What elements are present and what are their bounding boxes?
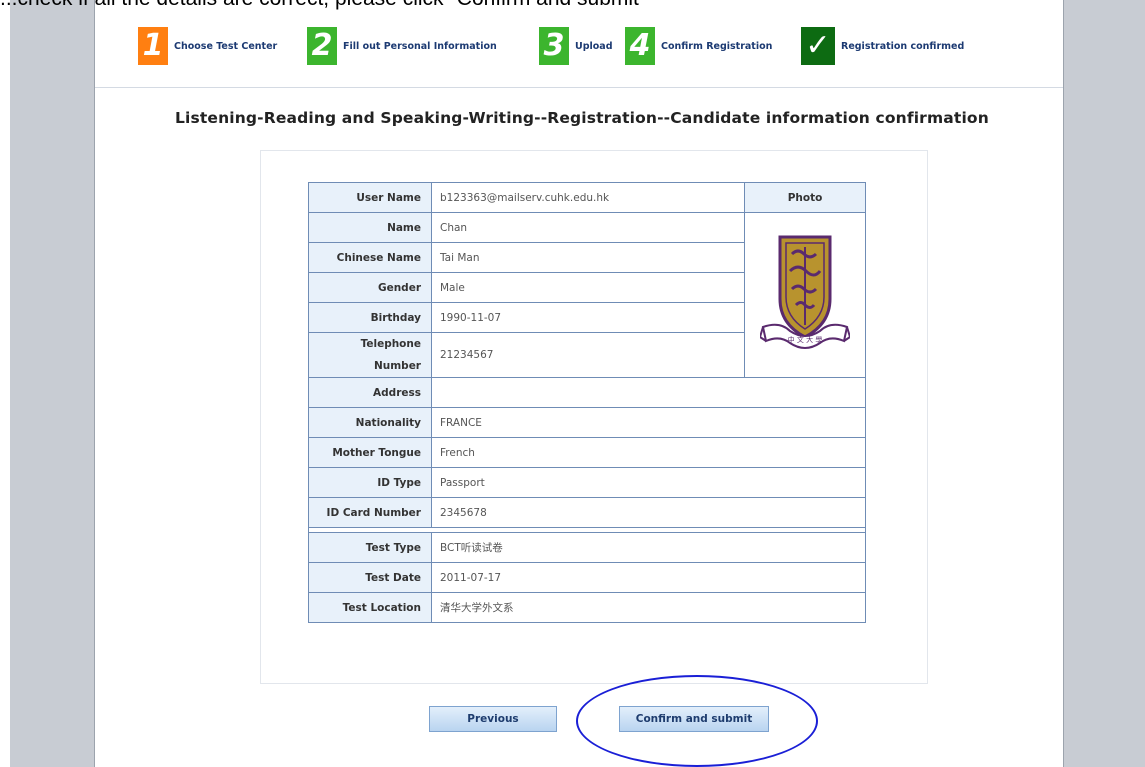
svg-text:中 文 大 學: 中 文 大 學 [788,335,823,344]
field-label: User Name [308,182,432,213]
field-value: b123363@mailserv.cuhk.edu.hk [431,182,745,213]
field-label: Telephone Number [308,332,432,378]
field-value: Passport [431,467,866,498]
field-label: Test Location [308,592,432,623]
table-row: Nationality FRANCE [308,407,866,438]
photo-cell: 中 文 大 學 [744,212,866,378]
step-3-icon: 3 [539,27,569,65]
right-gray-panel [1063,0,1145,767]
field-value [431,377,866,408]
field-value: 2345678 [431,497,866,528]
field-label: Address [308,377,432,408]
field-label: Test Date [308,562,432,593]
field-label: Birthday [308,302,432,333]
field-label: ID Card Number [308,497,432,528]
field-value: Male [431,272,745,303]
left-gray-panel [10,0,95,767]
table-row: ID Type Passport [308,467,866,498]
field-value: French [431,437,866,468]
table-row: Test Location 清华大学外文系 [308,592,866,623]
checkmark-icon: ✓ [801,27,835,65]
step-confirm-registration: 4 Confirm Registration [625,27,772,65]
instruction-caption: ...check if all the details are correct,… [0,0,1145,11]
field-label: Mother Tongue [308,437,432,468]
table-row: Mother Tongue French [308,437,866,468]
confirm-and-submit-button[interactable]: Confirm and submit [619,706,769,732]
field-label: Gender [308,272,432,303]
step-label: Upload [575,40,613,52]
field-value: FRANCE [431,407,866,438]
step-4-icon: 4 [625,27,655,65]
step-label: Choose Test Center [174,40,278,52]
field-label: Nationality [308,407,432,438]
field-value: 21234567 [431,332,745,378]
step-label: Confirm Registration [661,40,773,52]
photo-label: Photo [744,182,866,213]
table-row: ID Card Number 2345678 [308,497,866,528]
field-value: Chan [431,212,745,243]
step-1-icon: 1 [138,27,168,65]
field-value: 1990-11-07 [431,302,745,333]
field-value: 清华大学外文系 [431,592,866,623]
step-2-icon: 2 [307,27,337,65]
step-choose-test-center: 1 Choose Test Center [138,27,277,65]
field-label: Name [308,212,432,243]
table-row: User Name b123363@mailserv.cuhk.edu.hk P… [308,182,866,213]
crest-photo-icon: 中 文 大 學 [758,235,852,349]
previous-button[interactable]: Previous [429,706,557,732]
field-value: Tai Man [431,242,745,273]
step-upload: 3 Upload [539,27,613,65]
candidate-info-table: User Name b123363@mailserv.cuhk.edu.hk P… [308,182,866,623]
step-registration-confirmed: ✓ Registration confirmed [801,27,964,65]
page-title: Listening-Reading and Speaking-Writing--… [175,109,989,127]
step-label: Fill out Personal Information [343,40,497,52]
field-value: 2011-07-17 [431,562,866,593]
field-label: ID Type [308,467,432,498]
field-value: BCT听读试卷 [431,532,866,563]
table-row: Test Date 2011-07-17 [308,562,866,593]
step-label: Registration confirmed [841,40,965,52]
field-label: Chinese Name [308,242,432,273]
field-label: Test Type [308,532,432,563]
left-margin [0,0,10,767]
table-row: Test Type BCT听读试卷 [308,532,866,563]
table-row: Address [308,377,866,408]
table-row: Name Chan 中 文 大 學 [308,212,866,378]
step-fill-personal-info: 2 Fill out Personal Information [307,27,497,65]
